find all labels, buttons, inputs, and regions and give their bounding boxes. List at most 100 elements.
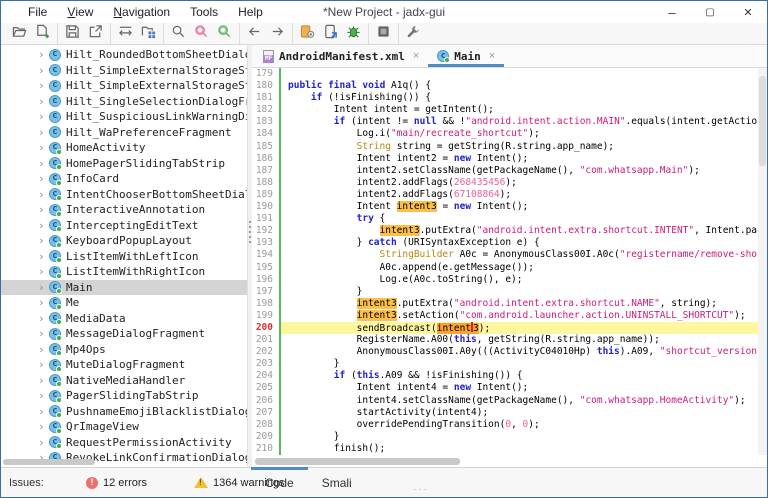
expand-chevron-icon[interactable]: ›: [38, 158, 49, 169]
code-line-202[interactable]: 202 AnonymousClass00I.A0y(((ActivityC040…: [252, 346, 758, 358]
expand-chevron-icon[interactable]: ›: [38, 251, 49, 262]
code-line-192[interactable]: 192 intent3.putExtra("android.intent.ext…: [252, 225, 758, 237]
menu-tools[interactable]: Tools: [181, 1, 227, 23]
expand-chevron-icon[interactable]: ›: [38, 406, 49, 417]
tree-item-Hilt_SimpleExternalStorageSt[interactable]: ›cHilt_SimpleExternalStorageSt: [1, 78, 247, 94]
code-line-189[interactable]: 189 intent2.addFlags(67108864);: [252, 189, 758, 201]
expand-chevron-icon[interactable]: ›: [38, 297, 49, 308]
expand-chevron-icon[interactable]: ›: [38, 437, 49, 448]
expand-chevron-icon[interactable]: ›: [38, 344, 49, 355]
v-scroll-thumb[interactable]: [759, 76, 766, 166]
code-line-203[interactable]: 203 }: [252, 358, 758, 370]
tree-item-PushnameEmojiBlacklistDialog[interactable]: ›cPushnameEmojiBlacklistDialog: [1, 404, 247, 420]
h-scroll-thumb[interactable]: [255, 458, 460, 465]
search-comment-button[interactable]: [213, 24, 236, 44]
search-class-button[interactable]: [190, 24, 213, 44]
code-line-209[interactable]: 209 }: [252, 431, 758, 443]
tree-item-IntentChooserBottomSheetDial[interactable]: ›cIntentChooserBottomSheetDial: [1, 187, 247, 203]
view-tab-smali[interactable]: Smali: [308, 468, 366, 497]
code-line-179[interactable]: 179: [252, 68, 758, 80]
expand-chevron-icon[interactable]: ›: [38, 80, 49, 91]
code-line-183[interactable]: 183 if (intent != null && !"android.inte…: [252, 116, 758, 128]
tree-horizontal-scrollbar[interactable]: [3, 459, 95, 465]
expand-chevron-icon[interactable]: ›: [38, 127, 49, 138]
code-line-184[interactable]: 184 Log.i("main/recreate_shortcut");: [252, 128, 758, 140]
editor-tab-AndroidManifest.xml[interactable]: MFAndroidManifest.xml×: [254, 45, 428, 67]
tree-item-PagerSlidingTabStrip[interactable]: ›cPagerSlidingTabStrip: [1, 388, 247, 404]
code-line-187[interactable]: 187 intent2.setClassName(getPackageName(…: [252, 165, 758, 177]
menu-navigation[interactable]: Navigation: [104, 1, 179, 23]
code-line-198[interactable]: 198 intent3.putExtra("android.intent.ext…: [252, 298, 758, 310]
expand-chevron-icon[interactable]: ›: [38, 390, 49, 401]
errors-indicator[interactable]: ! 12 errors: [86, 468, 147, 497]
tree-item-NativeMediaHandler[interactable]: ›cNativeMediaHandler: [1, 373, 247, 389]
expand-chevron-icon[interactable]: ›: [38, 173, 49, 184]
code-area[interactable]: 179180public final void A1q() {181 if (!…: [252, 68, 758, 455]
tree-item-Hilt_RoundedBottomSheetDialo[interactable]: ›cHilt_RoundedBottomSheetDialo: [1, 47, 247, 63]
menu-file[interactable]: File: [19, 1, 56, 23]
expand-chevron-icon[interactable]: ›: [38, 96, 49, 107]
code-line-195[interactable]: 195 A0c.append(e.getMessage());: [252, 262, 758, 274]
log-viewer-button[interactable]: [372, 24, 395, 44]
code-line-193[interactable]: 193 } catch (URISyntaxException e) {: [252, 237, 758, 249]
code-line-191[interactable]: 191 try {: [252, 213, 758, 225]
tree-item-InteractiveAnnotation[interactable]: ›cInteractiveAnnotation: [1, 202, 247, 218]
editor-vertical-scrollbar[interactable]: [758, 68, 767, 455]
tree-item-InterceptingEditText[interactable]: ›cInterceptingEditText: [1, 218, 247, 234]
code-line-181[interactable]: 181 if (!isFinishing()) {: [252, 92, 758, 104]
code-line-200[interactable]: 200 sendBroadcast(intent3);: [252, 322, 758, 334]
code-line-199[interactable]: 199 intent3.setAction("com.android.launc…: [252, 310, 758, 322]
tab-close-icon[interactable]: ×: [489, 50, 495, 62]
expand-chevron-icon[interactable]: ›: [38, 282, 49, 293]
expand-chevron-icon[interactable]: ›: [38, 313, 49, 324]
tree-item-MessageDialogFragment[interactable]: ›cMessageDialogFragment: [1, 326, 247, 342]
code-line-210[interactable]: 210 finish();: [252, 443, 758, 455]
code-line-190[interactable]: 190 Intent intent3 = new Intent();: [252, 201, 758, 213]
code-line-207[interactable]: 207 startActivity(intent4);: [252, 407, 758, 419]
code-line-180[interactable]: 180public final void A1q() {: [252, 80, 758, 92]
minimize-button[interactable]: –: [653, 1, 691, 23]
expand-chevron-icon[interactable]: ›: [38, 375, 49, 386]
tree-item-ListItemWithLeftIcon[interactable]: ›cListItemWithLeftIcon: [1, 249, 247, 265]
code-line-204[interactable]: 204 if (this.A09 && !isFinishing()) {: [252, 370, 758, 382]
close-button[interactable]: ✕: [729, 1, 767, 23]
tree-item-RequestPermissionActivity[interactable]: ›cRequestPermissionActivity: [1, 435, 247, 451]
expand-chevron-icon[interactable]: ›: [38, 359, 49, 370]
editor-horizontal-scrollbar[interactable]: [252, 458, 758, 465]
open-file-button[interactable]: [8, 24, 31, 44]
code-line-197[interactable]: 197 }: [252, 286, 758, 298]
tree-item-KeyboardPopupLayout[interactable]: ›cKeyboardPopupLayout: [1, 233, 247, 249]
code-line-206[interactable]: 206 intent4.setClassName(getPackageName(…: [252, 395, 758, 407]
tree-item-MuteDialogFragment[interactable]: ›cMuteDialogFragment: [1, 357, 247, 373]
tree-item-QrImageView[interactable]: ›cQrImageView: [1, 419, 247, 435]
expand-chevron-icon[interactable]: ›: [38, 266, 49, 277]
expand-chevron-icon[interactable]: ›: [38, 65, 49, 76]
tree-item-Hilt_SuspiciousLinkWarningDi[interactable]: ›cHilt_SuspiciousLinkWarningDi: [1, 109, 247, 125]
expand-chevron-icon[interactable]: ›: [38, 204, 49, 215]
expand-chevron-icon[interactable]: ›: [38, 421, 49, 432]
tree-item-ListItemWithRightIcon[interactable]: ›cListItemWithRightIcon: [1, 264, 247, 280]
code-line-208[interactable]: 208 overridePendingTransition(0, 0);: [252, 419, 758, 431]
tree-item-Hilt_SimpleExternalStorageSt[interactable]: ›cHilt_SimpleExternalStorageSt: [1, 63, 247, 79]
expand-chevron-icon[interactable]: ›: [38, 189, 49, 200]
tree-item-Hilt_WaPreferenceFragment[interactable]: ›cHilt_WaPreferenceFragment: [1, 125, 247, 141]
flat-packages-button[interactable]: [137, 24, 160, 44]
editor-tab-Main[interactable]: cMain×: [428, 45, 504, 67]
view-tab-code[interactable]: Code: [251, 468, 308, 497]
code-line-186[interactable]: 186 Intent intent2 = new Intent();: [252, 153, 758, 165]
tab-close-icon[interactable]: ×: [413, 50, 419, 62]
expand-chevron-icon[interactable]: ›: [38, 111, 49, 122]
code-line-194[interactable]: 194 StringBuilder A0c = AnonymousClass00…: [252, 249, 758, 261]
expand-chevron-icon[interactable]: ›: [38, 49, 49, 60]
code-line-201[interactable]: 201 RegisterName.A00(this, getString(R.s…: [252, 334, 758, 346]
add-files-button[interactable]: [31, 24, 54, 44]
expand-chevron-icon[interactable]: ›: [38, 220, 49, 231]
adb-device-button[interactable]: [319, 24, 342, 44]
preferences-button[interactable]: [402, 24, 425, 44]
tree-item-MediaData[interactable]: ›cMediaData: [1, 311, 247, 327]
expand-chevron-icon[interactable]: ›: [38, 142, 49, 153]
back-button[interactable]: [243, 24, 266, 44]
tree-item-HomePagerSlidingTabStrip[interactable]: ›cHomePagerSlidingTabStrip: [1, 156, 247, 172]
tree-item-Me[interactable]: ›cMe: [1, 295, 247, 311]
deobfuscation-button[interactable]: [296, 24, 319, 44]
